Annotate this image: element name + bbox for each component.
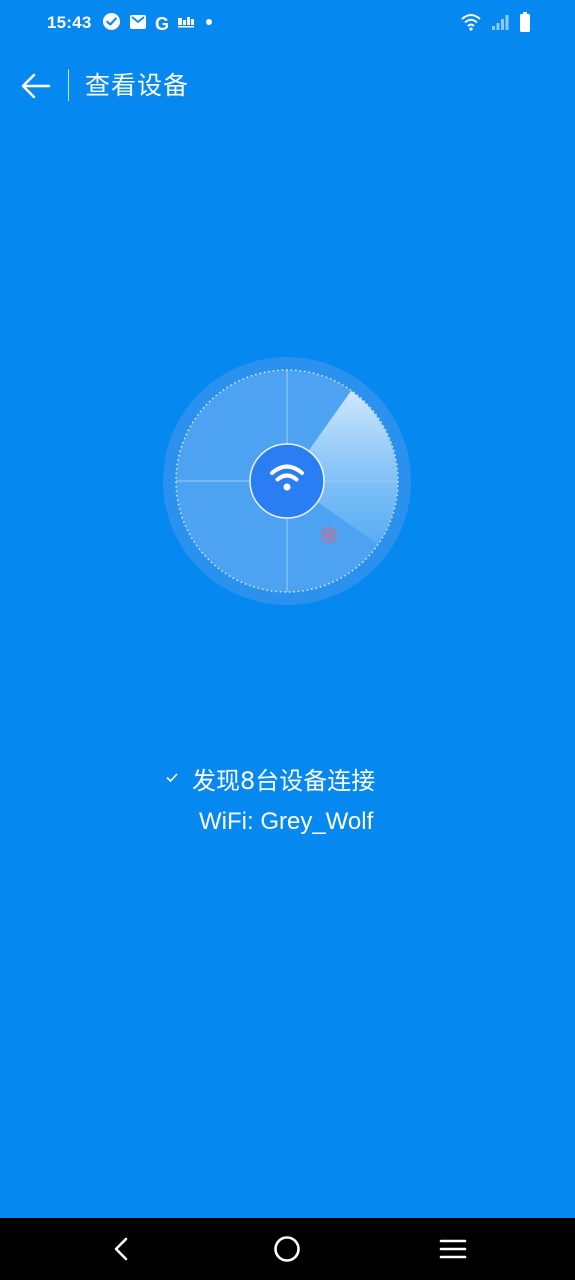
menu-lines-icon [439,1239,467,1259]
arrow-left-icon [21,73,51,99]
check-icon [164,770,180,786]
page-title: 查看设备 [85,71,190,100]
circle-home-icon [274,1236,300,1262]
back-button[interactable] [18,68,54,104]
mail-icon [129,13,147,36]
radar-graphic [163,357,411,605]
radar-center [249,443,325,519]
found-devices-line: 发现8台设备连接 [164,760,375,796]
status-time: 15:43 [47,13,92,32]
nav-home-button[interactable] [267,1229,307,1269]
wifi-icon [461,13,481,36]
dot-icon [203,15,215,33]
status-bar: 15:43 G [0,0,575,48]
nav-recents-button[interactable] [433,1229,473,1269]
check-circle-icon [102,12,121,36]
radar-scanner [162,356,412,606]
status-icons-right [461,11,531,37]
app-bar: 查看设备 [0,60,575,112]
google-icon: G [155,14,170,34]
found-devices-text: 发现8台设备连接 [192,766,376,795]
system-nav-bar [0,1218,575,1280]
wifi-name-label: WiFi: Grey_Wolf [199,808,374,835]
cellular-signal-icon [491,13,509,36]
nav-back-button[interactable] [101,1229,141,1269]
battery-icon [519,11,531,37]
notification-app-icon [177,15,195,33]
title-divider [68,69,69,101]
chevron-left-icon [114,1237,128,1261]
status-icons-left: G [102,12,215,36]
